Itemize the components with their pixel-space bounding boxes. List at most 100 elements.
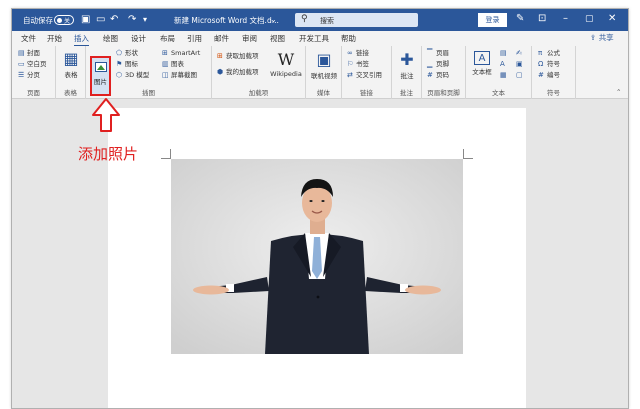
inserted-photo[interactable] — [171, 159, 463, 354]
tab-help[interactable]: 帮助 — [341, 33, 356, 44]
share-icon: ⇪ — [590, 33, 597, 42]
group-pages: ▤ 封面 ▭ 空白页 ☰ 分页 页面 — [12, 46, 56, 99]
share-button[interactable]: ⇪ 共享 — [590, 32, 614, 43]
table-button[interactable]: ▦ 表格 — [60, 49, 82, 80]
customize-toolbar-icon[interactable]: ▾ — [143, 14, 147, 26]
save-icon[interactable]: ▣ — [81, 14, 90, 26]
new-doc-icon[interactable]: ▭ — [96, 14, 105, 26]
page-break-button[interactable]: ☰ 分页 — [18, 71, 40, 80]
link-button[interactable]: ∞ 链接 — [347, 49, 369, 58]
table-icon: ▦ — [63, 49, 79, 68]
page-number-label: 页码 — [436, 71, 449, 79]
text-box-label: 文本框 — [472, 68, 492, 76]
minimize-icon[interactable]: – — [563, 13, 568, 25]
date-time-button[interactable]: ▣ — [516, 60, 525, 69]
equation-button[interactable]: π 公式 — [538, 49, 560, 58]
header-button[interactable]: ▔ 页眉 — [427, 49, 449, 58]
numbering-button[interactable]: # 编号 — [538, 71, 560, 80]
group-symbols-label: 符号 — [547, 89, 560, 97]
numbering-icon: # — [538, 71, 544, 79]
group-media: ▣ 联机视频 媒体 — [306, 46, 342, 99]
icons-label: 图标 — [125, 60, 138, 68]
symbol-button[interactable]: Ω 符号 — [538, 60, 560, 69]
page-number-button[interactable]: # 页码 — [427, 71, 449, 80]
tab-mailings[interactable]: 邮件 — [214, 33, 229, 44]
3d-models-button[interactable]: ⬡ 3D 模型 — [116, 71, 149, 80]
wordart-button[interactable]: A — [500, 60, 509, 69]
quick-parts-button[interactable]: ▤ — [500, 49, 509, 58]
online-video-button[interactable]: ▣ 联机视频 — [308, 51, 340, 81]
title-dropdown-icon[interactable]: ⌄ — [270, 14, 277, 26]
my-addins-label: 我的加载项 — [226, 68, 259, 76]
group-symbols: π 公式 Ω 符号 # 编号 符号 — [532, 46, 576, 99]
screenshot-button[interactable]: ◫ 屏幕截图 — [162, 71, 197, 80]
text-box-button[interactable]: A 文本框 — [469, 51, 495, 76]
tab-review[interactable]: 审阅 — [242, 33, 257, 44]
cross-reference-button[interactable]: ⇄ 交叉引用 — [347, 71, 382, 80]
icons-button[interactable]: ⚑ 图标 — [116, 60, 138, 69]
group-illustrations: 图片 ⬠ 形状 ⚑ 图标 ⬡ 3D 模型 ⊞ SmartArt ▥ 图表 ◫ 屏幕截图 插图 — [86, 46, 212, 99]
footer-button[interactable]: ▁ 页脚 — [427, 60, 449, 69]
object-button[interactable]: ▢ — [516, 71, 525, 80]
tab-references[interactable]: 引用 — [187, 33, 202, 44]
wikipedia-icon: W — [277, 50, 295, 69]
autosave-toggle[interactable]: 关 — [54, 15, 74, 25]
autosave-toggle-state: 关 — [64, 17, 71, 25]
bookmark-button[interactable]: ⚐ 书签 — [347, 60, 369, 69]
page-break-icon: ☰ — [18, 71, 25, 79]
shapes-button[interactable]: ⬠ 形状 — [116, 49, 138, 58]
autosave-label: 自动保存 — [23, 16, 53, 25]
document-page[interactable] — [108, 108, 526, 408]
tab-home[interactable]: 开始 — [47, 33, 62, 44]
omega-icon: Ω — [538, 60, 544, 68]
wikipedia-button[interactable]: W Wikipedia — [268, 50, 304, 79]
maximize-icon[interactable]: ▢ — [585, 13, 594, 25]
link-label: 链接 — [356, 49, 369, 57]
get-addins-button[interactable]: ⊞ 获取加载项 — [217, 52, 259, 61]
signature-line-button[interactable]: ✍ — [516, 49, 525, 58]
blank-page-label: 空白页 — [27, 60, 47, 68]
tab-insert[interactable]: 插入 — [74, 33, 89, 47]
drop-cap-icon: ▦ — [500, 71, 507, 79]
tab-draw[interactable]: 绘图 — [103, 33, 118, 44]
group-media-label: 媒体 — [317, 89, 330, 97]
redo-icon[interactable]: ↷ — [128, 14, 136, 26]
tab-design[interactable]: 设计 — [131, 33, 146, 44]
document-title: 新建 Microsoft Word 文档.d... — [174, 16, 279, 25]
group-text: A 文本框 ▤ A ▦ ✍ ▣ ▢ 文本 — [466, 46, 532, 99]
pi-icon: π — [538, 49, 543, 57]
search-box[interactable]: ⚲ 搜索 — [295, 13, 418, 27]
ribbon-display-icon[interactable]: ⊡ — [538, 13, 546, 25]
close-icon[interactable]: ✕ — [608, 13, 616, 25]
group-addins-label: 加载项 — [248, 89, 269, 97]
my-addins-button[interactable]: ⬢ 我的加载项 — [217, 68, 259, 77]
shapes-icon: ⬠ — [116, 49, 123, 57]
word-window: 自动保存 关 ▣ ▭ ↶ ↷ ▾ 新建 Microsoft Word 文档.d.… — [11, 8, 629, 409]
tab-file[interactable]: 文件 — [21, 33, 36, 44]
pictures-label: 图片 — [94, 78, 107, 86]
comment-button[interactable]: ✚ 批注 — [395, 51, 419, 81]
share-label: 共享 — [598, 33, 614, 42]
undo-icon[interactable]: ↶ — [110, 14, 118, 26]
shapes-label: 形状 — [125, 49, 138, 57]
cover-page-button[interactable]: ▤ 封面 — [18, 49, 40, 58]
smartart-button[interactable]: ⊞ SmartArt — [162, 49, 200, 58]
chart-button[interactable]: ▥ 图表 — [162, 60, 184, 69]
blank-page-button[interactable]: ▭ 空白页 — [18, 60, 47, 69]
store-icon: ⊞ — [217, 52, 223, 60]
drop-cap-button[interactable]: ▦ — [500, 71, 509, 80]
login-button[interactable]: 登录 — [478, 13, 507, 27]
tab-developer[interactable]: 开发工具 — [299, 33, 329, 44]
tab-layout[interactable]: 布局 — [160, 33, 175, 44]
margin-corner — [161, 149, 171, 159]
tab-view[interactable]: 视图 — [270, 33, 285, 44]
object-icon: ▢ — [516, 71, 523, 79]
group-tables: ▦ 表格 表格 — [56, 46, 86, 99]
chart-icon: ▥ — [162, 60, 169, 68]
collapse-ribbon-icon[interactable]: ⌃ — [616, 88, 621, 97]
search-icon: ⚲ — [301, 14, 308, 24]
numbering-label: 编号 — [547, 71, 560, 79]
group-header-footer-label: 页眉和页脚 — [427, 89, 460, 97]
pen-icon[interactable]: ✎ — [516, 13, 524, 25]
group-tables-label: 表格 — [64, 89, 77, 97]
